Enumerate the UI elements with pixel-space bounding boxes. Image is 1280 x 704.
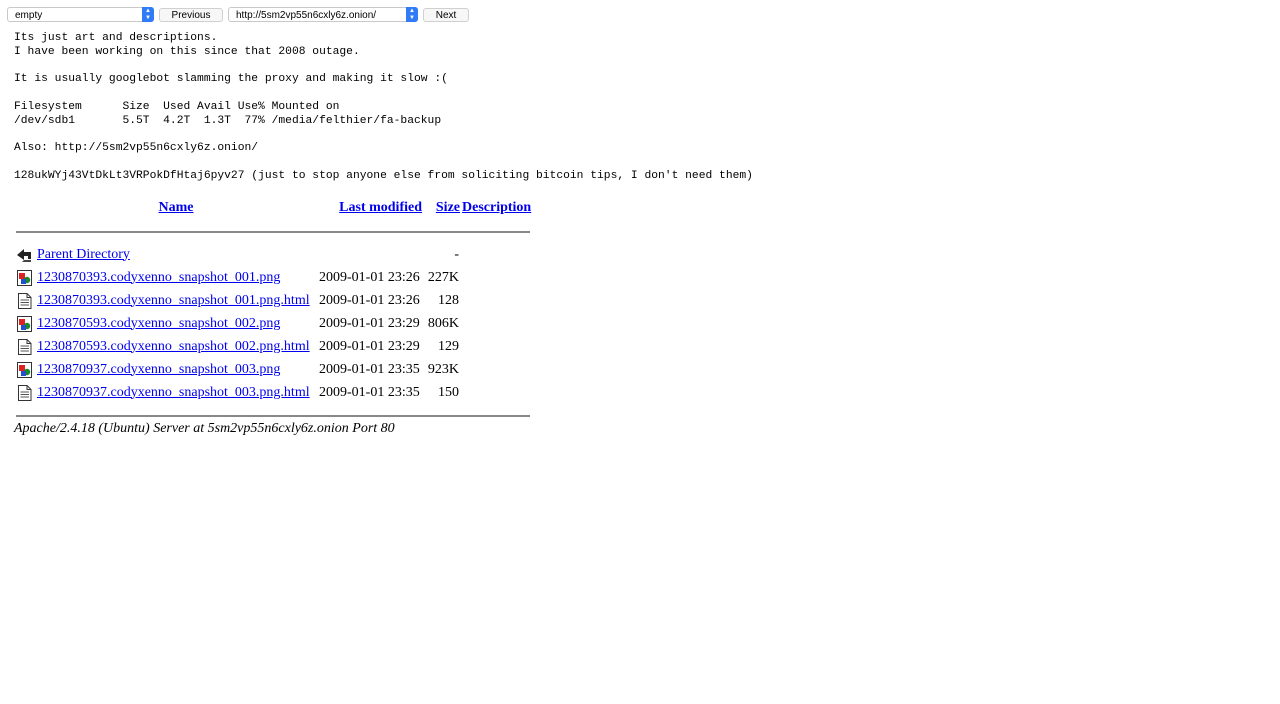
intro-line: Also: http://5sm2vp55n6cxly6z.onion/ [14, 142, 259, 155]
last-modified-cell: 2009-01-01 23:29 [319, 338, 420, 354]
sort-by-name-link[interactable]: Name [159, 200, 194, 215]
size-cell: 128 [438, 292, 459, 308]
select-arrows-icon: ▲ ▼ [406, 7, 418, 22]
image-icon [17, 315, 32, 332]
text-file-icon [18, 384, 32, 401]
intro-line: /dev/sdb1 5.5T 4.2T 1.3T 77% /media/felt… [14, 114, 442, 127]
profile-select[interactable]: empty ▲ ▼ [7, 7, 154, 22]
size-cell: 227K [427, 269, 459, 285]
file-link[interactable]: 1230870593.codyxenno_snapshot_002.png [37, 316, 280, 331]
size-cell: 129 [438, 338, 459, 354]
last-modified-cell: 2009-01-01 23:26 [319, 269, 420, 285]
last-modified-cell: 2009-01-01 23:35 [319, 384, 420, 400]
select-arrows-icon: ▲ ▼ [142, 7, 154, 22]
file-link[interactable]: 1230870937.codyxenno_snapshot_003.png.ht… [37, 385, 310, 400]
intro-line: I have been working on this since that 2… [14, 45, 360, 58]
intro-line: It is usually googlebot slamming the pro… [14, 73, 448, 86]
server-signature: Apache/2.4.18 (Ubuntu) Server at 5sm2vp5… [14, 421, 395, 436]
file-row: 1230870937.codyxenno_snapshot_003.png 20… [14, 358, 532, 381]
file-row: 1230870393.codyxenno_snapshot_001.png 20… [14, 266, 532, 289]
sort-by-size-link[interactable]: Size [436, 200, 460, 215]
parent-directory-link[interactable]: Parent Directory [37, 247, 130, 262]
url-select[interactable]: http://5sm2vp55n6cxly6z.onion/ ▲ ▼ [228, 7, 418, 22]
file-link[interactable]: 1230870393.codyxenno_snapshot_001.png.ht… [37, 293, 310, 308]
image-icon [17, 361, 32, 378]
icon-column-header [14, 196, 35, 220]
back-arrow-icon [17, 248, 31, 262]
intro-line: Filesystem Size Used Avail Use% Mounted … [14, 100, 340, 113]
size-cell: 923K [427, 361, 459, 377]
next-button[interactable]: Next [423, 8, 469, 22]
text-file-icon [18, 292, 32, 309]
sort-by-last-modified-link[interactable]: Last modified [339, 200, 422, 215]
file-row: 1230870593.codyxenno_snapshot_002.png.ht… [14, 335, 532, 358]
separator-line [16, 230, 531, 233]
image-icon [17, 269, 32, 286]
text-file-icon [18, 338, 32, 355]
sort-by-description-link[interactable]: Description [462, 200, 531, 215]
file-row: 1230870393.codyxenno_snapshot_001.png.ht… [14, 289, 532, 312]
last-modified-cell: 2009-01-01 23:35 [319, 361, 420, 377]
separator-row [14, 220, 532, 243]
size-cell: 150 [438, 384, 459, 400]
file-row: 1230870593.codyxenno_snapshot_002.png 20… [14, 312, 532, 335]
profile-select-value: empty [15, 10, 43, 21]
last-modified-cell: 2009-01-01 23:26 [319, 292, 420, 308]
separator-line [16, 414, 531, 417]
file-link[interactable]: 1230870593.codyxenno_snapshot_002.png.ht… [37, 339, 310, 354]
file-link[interactable]: 1230870393.codyxenno_snapshot_001.png [37, 270, 280, 285]
size-cell: 806K [427, 315, 459, 331]
listing-header-row: Name Last modified Size Description [14, 196, 532, 220]
intro-line: 128ukWYj43VtDkLt3VRPokDfHtaj6pyv27 (just… [14, 169, 753, 182]
parent-directory-row: Parent Directory - [14, 243, 532, 266]
url-select-value: http://5sm2vp55n6cxly6z.onion/ [236, 10, 377, 21]
intro-line: Its just art and descriptions. [14, 32, 218, 44]
size-cell: - [454, 246, 459, 262]
last-modified-cell: 2009-01-01 23:29 [319, 315, 420, 331]
file-row: 1230870937.codyxenno_snapshot_003.png.ht… [14, 381, 532, 404]
file-link[interactable]: 1230870937.codyxenno_snapshot_003.png [37, 362, 280, 377]
directory-listing: Name Last modified Size Description Pare… [14, 196, 532, 427]
intro-text: Its just art and descriptions. I have be… [14, 32, 753, 184]
previous-button[interactable]: Previous [159, 8, 223, 22]
